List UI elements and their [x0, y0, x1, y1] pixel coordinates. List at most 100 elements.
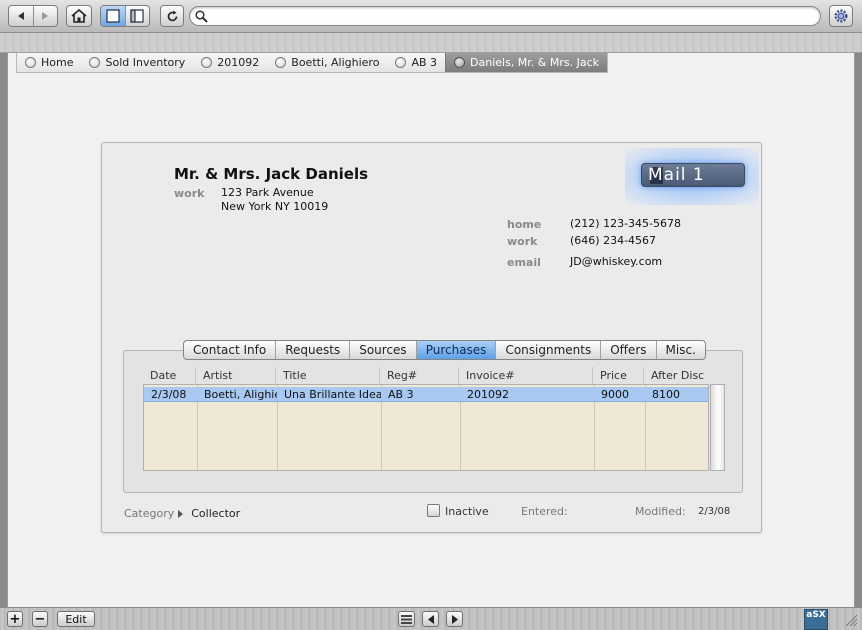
radio-icon — [395, 57, 407, 68]
next-record-button[interactable] — [446, 611, 463, 627]
resize-grip-icon[interactable] — [844, 613, 858, 627]
back-icon[interactable] — [9, 6, 33, 26]
column-header-price[interactable]: Price — [593, 367, 644, 384]
category-label: Category — [124, 507, 175, 520]
split-view-icon[interactable] — [126, 6, 150, 26]
breadcrumb-item-artwork[interactable]: AB 3 — [387, 53, 445, 72]
column-header-invoice[interactable]: Invoice# — [459, 367, 593, 384]
gear-icon — [834, 9, 848, 23]
app-logo-text: aSX — [806, 610, 826, 620]
email-value[interactable]: JD@whiskey.com — [570, 255, 662, 268]
contact-name: Mr. & Mrs. Jack Daniels — [174, 165, 369, 183]
radio-icon — [89, 57, 101, 68]
add-icon: + — [9, 611, 21, 627]
column-header-reg[interactable]: Reg# — [380, 367, 459, 384]
cell-invoice: 201092 — [467, 388, 509, 401]
table-header: Date Artist Title Reg# Invoice# Price Af… — [143, 367, 709, 384]
mail-button[interactable]: Mail 1 — [641, 163, 745, 187]
search-icon — [195, 10, 208, 23]
radio-icon — [454, 57, 466, 68]
browser-toolbar — [0, 0, 862, 33]
radio-icon — [25, 57, 36, 68]
address-label: work — [174, 187, 205, 200]
table-row[interactable]: 2/3/08 Boetti, Alighie Una Brillante Ide… — [144, 387, 708, 402]
category-field[interactable]: Category Collector — [124, 507, 240, 520]
table-scrollbar[interactable] — [710, 384, 725, 471]
view-toggle-group — [100, 5, 150, 27]
breadcrumb-item-sold-inventory[interactable]: Sold Inventory — [81, 53, 193, 72]
breadcrumb-label: Sold Inventory — [105, 56, 186, 69]
edit-button-label: Edit — [65, 612, 87, 626]
app-logo: aSX — [804, 609, 828, 630]
remove-button[interactable]: − — [32, 611, 48, 627]
cell-date: 2/3/08 — [151, 388, 187, 401]
previous-record-button[interactable] — [422, 611, 439, 627]
modified-value: 2/3/08 — [698, 506, 731, 517]
tab-bar: Contact Info Requests Sources Purchases … — [183, 340, 706, 360]
address-line2: New York NY 10019 — [221, 200, 329, 213]
breadcrumb-item-invoice[interactable]: 201092 — [193, 53, 267, 72]
tab-misc[interactable]: Misc. — [657, 341, 705, 359]
content-window: Home Sold Inventory 201092 Boetti, Aligh… — [7, 53, 855, 607]
breadcrumb-item-home[interactable]: Home — [17, 53, 81, 72]
search-input[interactable] — [212, 8, 812, 24]
metal-strip — [0, 33, 862, 53]
cell-after-disc: 8100 — [652, 388, 680, 401]
tab-consignments[interactable]: Consignments — [496, 341, 602, 359]
single-view-icon[interactable] — [101, 6, 125, 26]
cell-reg: AB 3 — [388, 388, 414, 401]
home-button[interactable] — [66, 5, 92, 27]
category-value: Collector — [191, 507, 241, 520]
breadcrumb: Home Sold Inventory 201092 Boetti, Aligh… — [16, 53, 609, 73]
settings-button[interactable] — [829, 5, 853, 27]
tab-requests[interactable]: Requests — [276, 341, 351, 359]
inactive-label: Inactive — [445, 505, 489, 518]
previous-icon — [427, 614, 434, 624]
column-header-after-disc[interactable]: After Disc — [644, 367, 709, 384]
back-forward-group — [8, 5, 58, 27]
mail-button-label: Mail 1 — [648, 165, 705, 185]
column-header-artist[interactable]: Artist — [196, 367, 276, 384]
modified-label: Modified: — [635, 505, 686, 518]
breadcrumb-label: Daniels, Mr. & Mrs. Jack — [470, 56, 600, 69]
home-icon — [71, 9, 87, 23]
reload-icon — [167, 10, 177, 21]
disclosure-triangle-icon[interactable] — [178, 509, 184, 518]
column-header-title[interactable]: Title — [276, 367, 380, 384]
bottom-bar: + − Edit aSX — [0, 607, 862, 630]
breadcrumb-item-contact[interactable]: Daniels, Mr. & Mrs. Jack — [445, 53, 608, 72]
email-label: email — [507, 256, 541, 269]
add-button[interactable]: + — [7, 611, 23, 627]
radio-icon — [201, 57, 213, 68]
home-phone-label: home — [507, 218, 542, 231]
edit-button[interactable]: Edit — [57, 611, 95, 627]
tab-offers[interactable]: Offers — [601, 341, 657, 359]
home-phone-value[interactable]: (212) 123-345-5678 — [570, 217, 681, 230]
address-line1: 123 Park Avenue — [221, 186, 314, 199]
column-header-date[interactable]: Date — [143, 367, 196, 384]
search-field[interactable] — [189, 6, 821, 26]
table-body: 2/3/08 Boetti, Alighie Una Brillante Ide… — [143, 384, 709, 471]
remove-icon: − — [34, 611, 46, 627]
entered-label: Entered: — [521, 505, 568, 518]
radio-icon — [275, 57, 287, 68]
cell-price: 9000 — [601, 388, 629, 401]
work-phone-label: work — [507, 235, 538, 248]
reload-button[interactable] — [160, 5, 184, 27]
cell-artist: Boetti, Alighie — [204, 388, 277, 401]
forward-icon[interactable] — [34, 6, 58, 26]
breadcrumb-item-artist[interactable]: Boetti, Alighiero — [267, 53, 387, 72]
breadcrumb-label: 201092 — [217, 56, 260, 69]
next-icon — [451, 614, 458, 624]
tab-sources[interactable]: Sources — [350, 341, 417, 359]
work-phone-value[interactable]: (646) 234-4567 — [570, 234, 656, 247]
breadcrumb-label: Boetti, Alighiero — [291, 56, 380, 69]
tab-contact-info[interactable]: Contact Info — [184, 341, 277, 359]
contact-card: Mr. & Mrs. Jack Daniels work 123 Park Av… — [101, 142, 762, 533]
list-view-button[interactable] — [398, 611, 415, 627]
inactive-checkbox[interactable] — [427, 504, 440, 517]
breadcrumb-label: AB 3 — [411, 56, 438, 69]
tab-purchases[interactable]: Purchases — [416, 341, 497, 359]
list-icon — [401, 614, 412, 624]
purchases-table: Date Artist Title Reg# Invoice# Price Af… — [143, 367, 725, 471]
